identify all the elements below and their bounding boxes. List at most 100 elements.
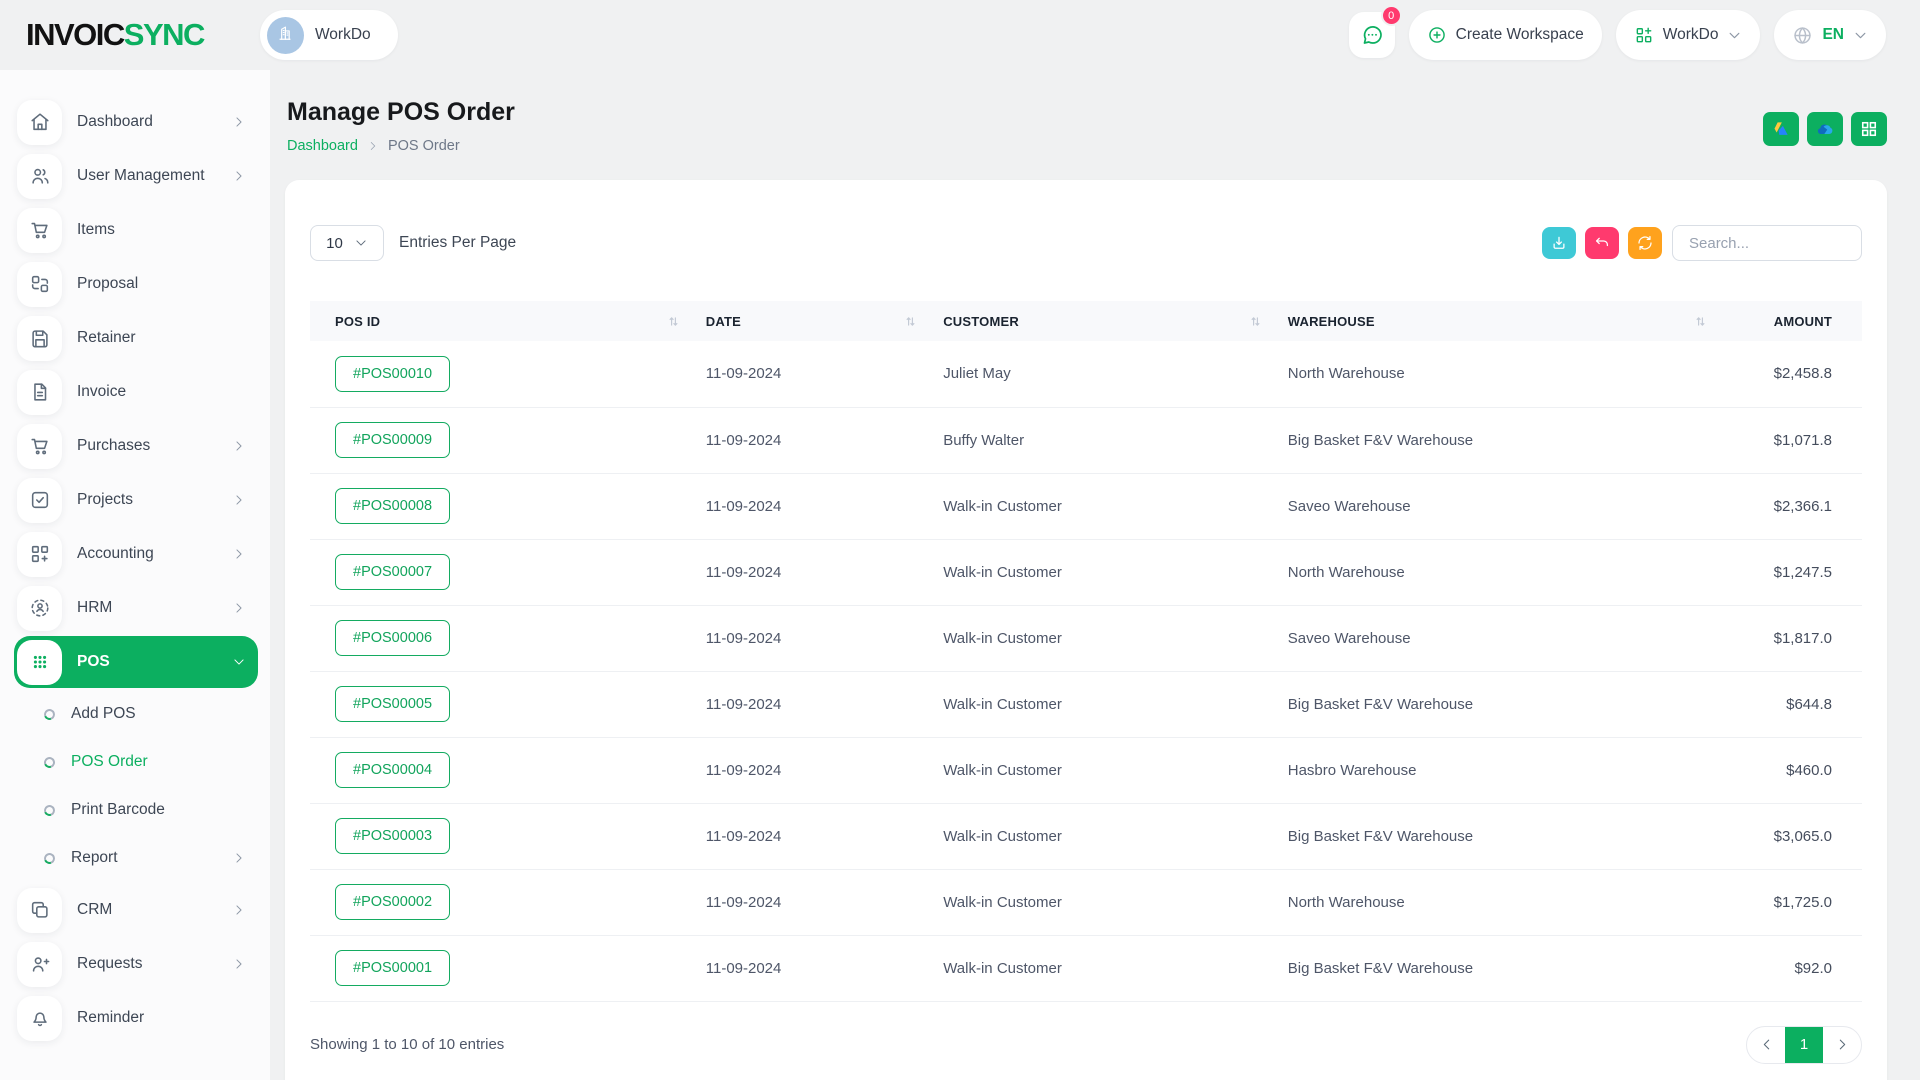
pos-id-link[interactable]: #POS00001 (335, 950, 451, 986)
breadcrumb-dashboard-link[interactable]: Dashboard (287, 138, 358, 154)
sidebar-subitem-print-barcode[interactable]: Print Barcode (0, 786, 270, 834)
sidebar-item-invoice[interactable]: Invoice (14, 366, 258, 418)
grid-button[interactable] (1851, 112, 1887, 146)
pos-id-link[interactable]: #POS00008 (335, 488, 451, 524)
sort-icon (1249, 315, 1262, 328)
table-row: #POS00007 11-09-2024 Walk-in Customer North… (310, 539, 1862, 606)
messages-button[interactable]: 0 (1348, 5, 1402, 58)
sidebar-item-accounting[interactable]: Accounting (14, 528, 258, 580)
cell-warehouse: Saveo Warehouse (1287, 473, 1734, 540)
sidebar-item-retainer[interactable]: Retainer (14, 312, 258, 364)
main-content: Manage POS Order Dashboard POS Order 10 … (270, 70, 1920, 1080)
sidebar-item-requests[interactable]: Requests (14, 938, 258, 990)
sidebar-item-hrm[interactable]: HRM (14, 582, 258, 634)
app-logo: INVOICSYNC (26, 17, 205, 53)
download-icon (1550, 234, 1568, 252)
pos-id-link[interactable]: #POS00005 (335, 686, 451, 722)
sidebar-item-projects[interactable]: Projects (14, 474, 258, 526)
google-drive-button[interactable] (1763, 112, 1799, 146)
table-row: #POS00006 11-09-2024 Walk-in Customer Saveo… (310, 605, 1862, 672)
cell-pos-id: #POS00008 (310, 473, 706, 540)
workdo-menu-button[interactable]: WorkDo (1615, 10, 1761, 60)
undo-button[interactable] (1585, 227, 1619, 259)
entries-per-page-select[interactable]: 10 (310, 225, 384, 261)
cell-date: 11-09-2024 (705, 407, 944, 474)
cell-customer: Buffy Walter (943, 407, 1288, 474)
sidebar-item-label: Invoice (77, 383, 127, 400)
sidebar-subitem-add-pos[interactable]: Add POS (0, 690, 270, 738)
cell-customer: Walk-in Customer (943, 803, 1288, 870)
apps-plus-icon (1634, 25, 1654, 45)
table-row: #POS00003 11-09-2024 Walk-in Customer Big B… (310, 803, 1862, 870)
topbar-right: 0 Create Workspace WorkDo EN (1348, 5, 1886, 60)
table-row: #POS00009 11-09-2024 Buffy Walter Big Baske… (310, 407, 1862, 474)
sidebar-item-user-management[interactable]: User Management (14, 150, 258, 202)
pos-id-link[interactable]: #POS00010 (335, 355, 451, 392)
column-header-customer[interactable]: CUSTOMER (943, 301, 1288, 341)
cell-date: 11-09-2024 (705, 539, 944, 606)
pos-id-link[interactable]: #POS00009 (335, 422, 451, 458)
search-input[interactable] (1672, 225, 1862, 261)
onedrive-icon (1815, 119, 1835, 139)
toolbar-buttons (1542, 227, 1662, 259)
chevron-right-icon (232, 547, 246, 561)
cell-customer: Walk-in Customer (943, 605, 1288, 672)
table-row: #POS00002 11-09-2024 Walk-in Customer North… (310, 869, 1862, 936)
sidebar-nav: Dashboard User Management Items Proposal Ret… (0, 70, 270, 1080)
sidebar-item-crm[interactable]: CRM (14, 884, 258, 936)
chevron-down-icon (1727, 28, 1742, 43)
cell-pos-id: #POS00009 (310, 407, 706, 474)
cell-amount: $2,458.8 (1733, 341, 1862, 408)
hrm-icon (17, 585, 62, 631)
cell-warehouse: Big Basket F&V Warehouse (1287, 803, 1734, 870)
sidebar-item-label: User Management (77, 167, 205, 184)
cell-pos-id: #POS00007 (310, 539, 706, 606)
sidebar-item-reminder[interactable]: Reminder (14, 992, 258, 1044)
cell-amount: $3,065.0 (1733, 803, 1862, 870)
language-selector[interactable]: EN (1774, 10, 1886, 60)
sidebar-subitem-label: Report (71, 849, 118, 866)
workspace-selector[interactable]: WorkDo (259, 10, 398, 60)
column-header-pos-id[interactable]: POS ID (310, 301, 706, 341)
sidebar-subitem-pos-order[interactable]: POS Order (0, 738, 270, 786)
sidebar-item-pos[interactable]: POS (14, 636, 258, 688)
download-button[interactable] (1542, 227, 1576, 259)
accounting-icon (17, 531, 62, 577)
chevron-right-icon (232, 115, 246, 129)
sidebar-item-proposal[interactable]: Proposal (14, 258, 258, 310)
entries-per-page-value: 10 (326, 234, 343, 252)
sort-icon (667, 315, 680, 328)
chevron-right-icon (232, 957, 246, 971)
table-footer: Showing 1 to 10 of 10 entries 1 (310, 1002, 1862, 1080)
pagination-prev-button[interactable] (1747, 1027, 1785, 1063)
create-workspace-button[interactable]: Create Workspace (1408, 10, 1602, 60)
sidebar-subitem-report[interactable]: Report (0, 834, 270, 882)
messages-badge: 0 (1380, 5, 1402, 26)
pagination-next-button[interactable] (1823, 1027, 1861, 1063)
sidebar-item-dashboard[interactable]: Dashboard (14, 96, 258, 148)
bullet-icon (42, 802, 57, 818)
cell-warehouse: Big Basket F&V Warehouse (1287, 407, 1734, 474)
pos-id-link[interactable]: #POS00007 (335, 554, 451, 590)
pos-id-link[interactable]: #POS00004 (335, 752, 451, 788)
column-header-warehouse[interactable]: WAREHOUSE (1287, 301, 1734, 341)
refresh-button[interactable] (1628, 227, 1662, 259)
sidebar-item-purchases[interactable]: Purchases (14, 420, 258, 472)
sidebar-item-items[interactable]: Items (14, 204, 258, 256)
cell-warehouse: Big Basket F&V Warehouse (1287, 935, 1734, 1002)
pos-id-link[interactable]: #POS00003 (335, 818, 451, 854)
column-header-date[interactable]: DATE (705, 301, 944, 341)
globe-icon (1792, 25, 1813, 46)
sort-icon (1694, 315, 1707, 328)
pagination-page-1[interactable]: 1 (1785, 1026, 1823, 1063)
chevron-right-icon (232, 439, 246, 453)
chevron-right-icon (232, 493, 246, 507)
table-header: POS ID DATE CUSTOMER WAREHOUSE AMOUNT (310, 301, 1862, 341)
pos-orders-table: POS ID DATE CUSTOMER WAREHOUSE AMOUNT #POS00… (310, 301, 1862, 1002)
cell-date: 11-09-2024 (705, 935, 944, 1002)
chevron-down-icon (354, 236, 368, 250)
cell-date: 11-09-2024 (705, 473, 944, 540)
pos-id-link[interactable]: #POS00002 (335, 884, 451, 920)
onedrive-button[interactable] (1807, 112, 1843, 146)
pos-id-link[interactable]: #POS00006 (335, 620, 451, 656)
